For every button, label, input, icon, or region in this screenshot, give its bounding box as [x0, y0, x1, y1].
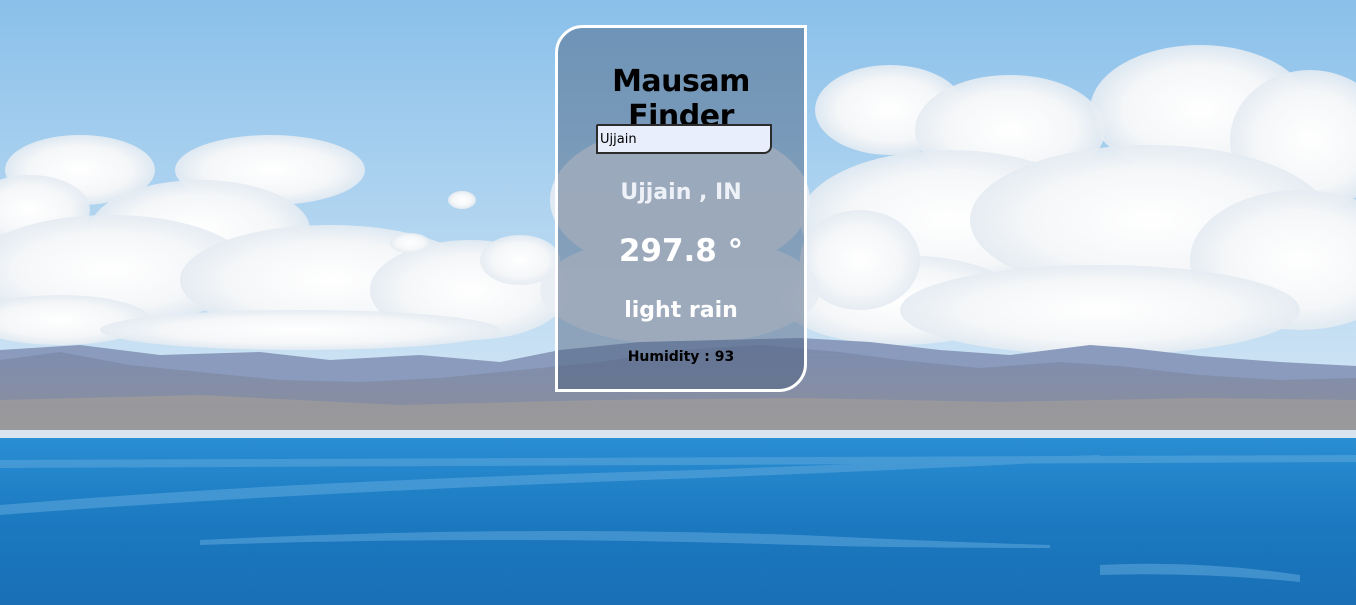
location-label: Ujjain , IN [620, 180, 742, 205]
humidity-label: Humidity : 93 [627, 349, 735, 365]
city-search-input[interactable] [596, 124, 772, 154]
temperature-value: 297.8 ° [618, 233, 744, 269]
weather-description: light rain [624, 298, 738, 323]
weather-card: Mausam Finder Ujjain , IN 297.8 ° light … [555, 25, 807, 392]
